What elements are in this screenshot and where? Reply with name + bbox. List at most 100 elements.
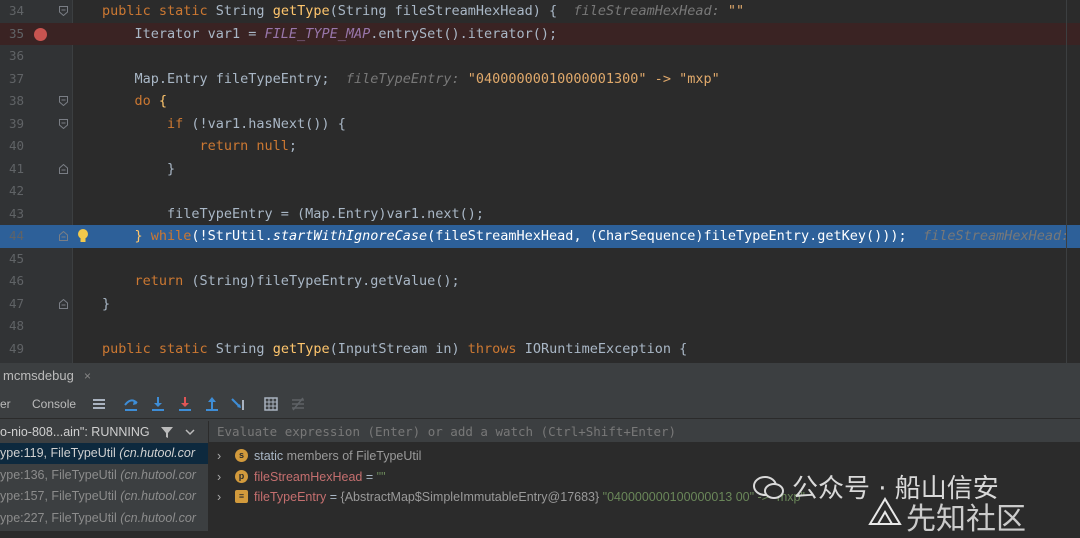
- code-text[interactable]: }: [102, 293, 110, 316]
- expand-arrow-icon[interactable]: ›: [217, 446, 221, 466]
- line-number[interactable]: 44: [0, 225, 24, 248]
- code-line[interactable]: 38 do {: [0, 90, 1080, 113]
- code-token: getType: [272, 3, 330, 19]
- code-text[interactable]: if (!var1.hasNext()) {: [167, 113, 346, 136]
- thread-selector[interactable]: o-nio-808...ain": RUNNING: [0, 421, 208, 443]
- code-text[interactable]: }: [167, 158, 175, 181]
- expand-arrow-icon[interactable]: ›: [217, 487, 221, 507]
- code-text[interactable]: do {: [135, 90, 168, 113]
- variable-kind-icon: ≡: [235, 490, 248, 503]
- line-number[interactable]: 45: [0, 248, 24, 271]
- code-line[interactable]: 45: [0, 248, 1080, 271]
- line-number[interactable]: 34: [0, 0, 24, 23]
- breakpoint-icon[interactable]: [34, 27, 47, 41]
- code-line[interactable]: 47}: [0, 293, 1080, 316]
- stack-frame[interactable]: ype:119, FileTypeUtil (cn.hutool.cor: [0, 443, 208, 464]
- stack-frame[interactable]: ype:227, FileTypeUtil (cn.hutool.cor: [0, 508, 208, 529]
- code-line[interactable]: 39 if (!var1.hasNext()) {: [0, 113, 1080, 136]
- code-line[interactable]: 48: [0, 315, 1080, 338]
- line-number[interactable]: 36: [0, 45, 24, 68]
- code-text[interactable]: return (String)fileTypeEntry.getValue();: [135, 270, 460, 293]
- code-token: do: [134, 93, 159, 109]
- code-text[interactable]: Map.Entry fileTypeEntry; fileTypeEntry: …: [135, 68, 720, 91]
- expand-arrow-icon[interactable]: ›: [217, 467, 221, 487]
- evaluate-expression-icon[interactable]: [262, 395, 280, 413]
- run-to-cursor-icon[interactable]: [230, 395, 248, 413]
- close-icon[interactable]: ×: [84, 365, 91, 387]
- variable-text: fileStreamHexHead = "": [254, 467, 386, 487]
- variable-row[interactable]: › s static members of FileTypeUtil: [209, 446, 1080, 466]
- line-number[interactable]: 47: [0, 293, 24, 316]
- fold-marker-icon[interactable]: [59, 298, 68, 309]
- chevron-down-icon[interactable]: [185, 429, 195, 436]
- thread-label: o-nio-808...ain": RUNNING: [0, 425, 150, 439]
- line-number[interactable]: 39: [0, 113, 24, 136]
- tab-console[interactable]: Console: [32, 390, 76, 418]
- watermark-line2: 先知社区: [906, 502, 1026, 537]
- trace-icon[interactable]: [289, 395, 307, 413]
- step-into-icon[interactable]: [149, 395, 167, 413]
- code-token: (!StrUtil.: [191, 228, 273, 244]
- debug-session-tab[interactable]: mcmsdebug: [3, 365, 74, 387]
- code-line[interactable]: 43 fileTypeEntry = (Map.Entry)var1.next()…: [0, 203, 1080, 226]
- tab-debugger[interactable]: er: [0, 390, 11, 418]
- stack-frame[interactable]: ype:157, FileTypeUtil (cn.hutool.cor: [0, 486, 208, 507]
- fold-marker-icon[interactable]: [59, 163, 68, 174]
- code-token: (fileStreamHexHead, (CharSequence)fileTy…: [427, 228, 923, 244]
- code-text[interactable]: fileTypeEntry = (Map.Entry)var1.next();: [167, 203, 484, 226]
- code-token: fileTypeEntry = (Map.Entry)var1.next();: [167, 205, 484, 222]
- code-token: (!var1.hasNext()) {: [191, 115, 346, 132]
- line-number[interactable]: 35: [0, 23, 24, 46]
- fold-marker-icon[interactable]: [59, 118, 68, 129]
- code-line[interactable]: 46 return (String)fileTypeEntry.getValue(…: [0, 270, 1080, 293]
- menu-lines-icon[interactable]: [90, 395, 108, 413]
- fold-marker-icon[interactable]: [59, 96, 68, 106]
- line-number[interactable]: 38: [0, 90, 24, 113]
- line-number[interactable]: 49: [0, 338, 24, 361]
- evaluate-input[interactable]: Evaluate expression (Enter) or add a wat…: [209, 421, 1080, 443]
- code-text[interactable]: } while(!StrUtil.startWithIgnoreCase(fil…: [135, 225, 1078, 248]
- line-number[interactable]: 46: [0, 270, 24, 293]
- line-number[interactable]: 37: [0, 68, 24, 91]
- code-text[interactable]: public static String getType(String file…: [102, 0, 744, 23]
- code-line[interactable]: 36: [0, 45, 1080, 68]
- code-line[interactable]: 41}: [0, 158, 1080, 181]
- frame-package: (cn.hutool.cor: [120, 510, 196, 525]
- line-number[interactable]: 41: [0, 158, 24, 181]
- code-line[interactable]: 42: [0, 180, 1080, 203]
- step-over-icon[interactable]: [122, 395, 140, 413]
- variable-label: static: [254, 449, 284, 463]
- code-token: Map.Entry fileTypeEntry;: [134, 70, 346, 87]
- code-line[interactable]: 49 public static String getType(InputStre…: [0, 338, 1080, 361]
- frame-package: (cn.hutool.cor: [119, 446, 196, 460]
- code-line[interactable]: 35 Iterator var1 = FILE_TYPE_MAP.entrySet…: [0, 22, 1080, 46]
- code-token: (String fileStreamHexHead) {: [329, 3, 574, 19]
- variable-value: "": [376, 469, 386, 484]
- filter-icon[interactable]: [160, 426, 174, 439]
- code-editor[interactable]: 34 public static String getType(String fi…: [0, 0, 1080, 363]
- fold-marker-icon[interactable]: [59, 6, 68, 16]
- line-number[interactable]: 48: [0, 315, 24, 338]
- code-text[interactable]: return null;: [200, 135, 298, 158]
- xianzhi-logo-icon: [868, 497, 902, 525]
- code-line[interactable]: 44 } while(!StrUtil.startWithIgnoreCase(f…: [0, 225, 1080, 248]
- code-line[interactable]: 40 return null;: [0, 135, 1080, 158]
- code-text[interactable]: public static String getType(InputStream…: [102, 338, 687, 361]
- step-out-icon[interactable]: [203, 395, 221, 413]
- variable-text: static members of FileTypeUtil: [254, 446, 421, 466]
- frame-method: ype:119, FileTypeUtil: [0, 446, 120, 460]
- frame-package: (cn.hutool.cor: [120, 489, 196, 503]
- line-number[interactable]: 40: [0, 135, 24, 158]
- code-text[interactable]: Iterator var1 = FILE_TYPE_MAP.entrySet()…: [135, 23, 558, 46]
- lightbulb-icon[interactable]: [77, 228, 89, 244]
- code-line[interactable]: 37 Map.Entry fileTypeEntry; fileTypeEntry…: [0, 68, 1080, 91]
- line-number[interactable]: 42: [0, 180, 24, 203]
- stack-frame[interactable]: ype:136, FileTypeUtil (cn.hutool.cor: [0, 465, 208, 486]
- fold-marker-icon[interactable]: [59, 231, 68, 241]
- code-token: String: [215, 3, 273, 19]
- editor-scrollbar-track[interactable]: [1066, 0, 1067, 363]
- variable-type: {AbstractMap$SimpleImmutableEntry@17683}: [340, 490, 603, 504]
- line-number[interactable]: 43: [0, 203, 24, 226]
- force-step-into-icon[interactable]: [176, 395, 194, 413]
- code-line[interactable]: 34 public static String getType(String fi…: [0, 0, 1080, 23]
